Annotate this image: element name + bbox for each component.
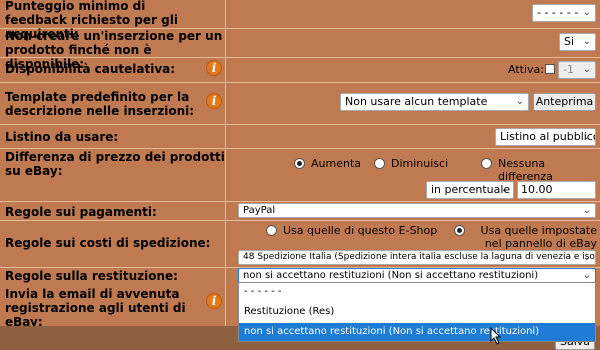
radio-ebay-shipping[interactable] [454, 225, 465, 236]
row-template: Template predefinito per la descrizione … [0, 83, 600, 125]
no-difference-label: Nessuna differenza [498, 157, 553, 183]
chevron-down-icon: ⌄ [582, 205, 591, 216]
template-label: Template predefinito per la descrizione … [5, 90, 195, 118]
dropdown-option[interactable]: Restituzione (Res) [239, 303, 595, 321]
returns-select[interactable]: non si accettano restituzioni (Non si ac… [238, 268, 596, 283]
increase-label: Aumenta [311, 157, 362, 170]
shipping-select[interactable]: 48 Spedizione Italia (Spedizione intera … [238, 250, 596, 265]
payments-select[interactable]: PayPal ⌄ [238, 203, 596, 218]
info-icon[interactable]: i [206, 93, 222, 109]
ebay-shipping-label: Usa quelle impostate nel pannello di eBa… [480, 224, 597, 250]
feedback-select[interactable]: - - - - - - ⌄ [532, 4, 596, 22]
availability-select[interactable]: -1 ⌄ [558, 61, 596, 79]
dropdown-option[interactable]: - - - - - - [239, 283, 595, 301]
price-amount-input[interactable]: 10.00 [517, 181, 596, 199]
payments-label: Regole sui pagamenti: [5, 205, 157, 219]
decrease-label: Diminuisci [391, 157, 449, 170]
chevron-down-icon: ⌄ [582, 64, 591, 75]
chevron-down-icon: ⌄ [500, 184, 509, 195]
availability-label: Disponibilità cautelativa: [5, 62, 176, 76]
row-price-list: Listino da usare: Listino al pubblico ⌄ [0, 125, 600, 149]
radio-no-difference[interactable] [481, 158, 492, 169]
row-payments: Regole sui pagamenti: PayPal ⌄ [0, 202, 600, 221]
price-list-label: Listino da usare: [5, 130, 119, 144]
row-shipping: Regole sui costi di spedizione: Usa quel… [0, 221, 600, 268]
row-feedback: Punteggio minimo di feedback richiesto p… [0, 0, 600, 41]
row-availability: Disponibilità cautelativa: i Attiva: -1 ⌄ [0, 58, 600, 83]
chevron-down-icon: ⌄ [582, 252, 591, 263]
price-unit-select[interactable]: in percentuale ⌄ [426, 181, 514, 199]
template-select[interactable]: Non usare alcun template ⌄ [340, 93, 529, 111]
radio-decrease[interactable] [374, 158, 385, 169]
chevron-down-icon: ⌄ [582, 131, 591, 142]
chevron-down-icon: ⌄ [515, 96, 524, 107]
radio-increase[interactable] [294, 158, 305, 169]
chevron-down-icon: ⌄ [582, 270, 591, 281]
email-label: Invia la email di avvenuta registrazione… [5, 287, 186, 329]
preview-button[interactable]: Anteprima [533, 93, 596, 111]
dropdown-option-highlighted[interactable]: non si accettano restituzioni (Non si ac… [239, 323, 595, 341]
mouse-cursor-icon [490, 327, 502, 345]
chevron-down-icon: ⌄ [582, 7, 591, 18]
returns-dropdown-list: - - - - - - Restituzione (Res) non si ac… [238, 282, 596, 342]
radio-shop-shipping[interactable] [266, 225, 277, 236]
returns-label: Regole sulla restituzione: [5, 269, 178, 283]
chevron-down-icon: ⌄ [582, 36, 591, 47]
row-price-diff: Differenza di prezzo dei prodotti su eBa… [0, 149, 600, 202]
no-listing-select[interactable]: Si ⌄ [559, 33, 596, 51]
shipping-label: Regole sui costi di spedizione: [5, 236, 211, 250]
info-icon[interactable]: i [206, 293, 222, 309]
info-icon[interactable]: i [206, 60, 222, 76]
shop-shipping-label: Usa quelle di questo E-Shop [283, 224, 438, 237]
active-label: Attiva: [508, 63, 544, 76]
price-diff-label: Differenza di prezzo dei prodotti su eBa… [5, 150, 225, 178]
row-no-listing: Non creare un'inserzione per un prodotto… [0, 29, 600, 71]
active-checkbox[interactable] [545, 64, 555, 74]
price-list-select[interactable]: Listino al pubblico ⌄ [495, 128, 596, 146]
